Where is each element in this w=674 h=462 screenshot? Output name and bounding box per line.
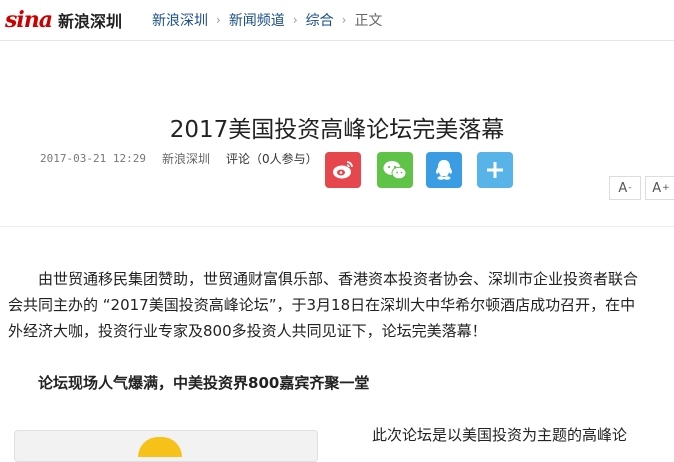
font-increase-mark: + [662,183,670,193]
article-meta: 2017-03-21 12:29 新浪深圳 评论（0人参与） [40,150,318,167]
sina-logo-text: sina [5,7,53,33]
font-decrease-mark: - [628,183,632,193]
font-decrease-letter: A [618,180,628,196]
breadcrumb-item-general[interactable]: 综合 [306,10,334,30]
logo-subtitle: 新浪深圳 [58,12,123,31]
article-paragraph: 由世贸通移民集团赞助，世贸通财富俱乐部、香港资本投资者协会、深圳市企业投资者联合… [8,270,639,340]
breadcrumb-item-current: 正文 [354,13,383,29]
breadcrumb-separator: › [216,13,221,27]
comment-label: 评论 [225,152,250,166]
breadcrumb-item-news-channel[interactable]: 新闻频道 [229,10,285,30]
weibo-icon [333,161,353,179]
font-decrease-button[interactable]: A- [609,176,641,200]
article-paragraph-2: 此次论坛是以美国投资为主题的高峰论 [372,426,628,444]
breadcrumb: 新浪深圳 › 新闻频道 › 综合 › 正文 [152,0,382,40]
plus-icon [487,162,503,178]
share-qq-button[interactable] [426,152,462,188]
font-increase-button[interactable]: A + [645,176,674,200]
sina-shenzhen-logo[interactable]: sina 新浪深圳 [5,6,122,34]
share-wechat-button[interactable] [377,152,413,188]
comment-count: （0人参与） [250,152,318,166]
meta-divider [0,226,674,227]
comment-link[interactable]: 评论（0人参与） [226,150,318,167]
font-size-controls: A- A + [609,176,674,200]
publish-date: 2017-03-21 12:29 [40,152,146,165]
font-increase-letter: A [652,180,662,196]
wechat-icon [383,161,407,180]
breadcrumb-separator: › [292,13,298,27]
top-bar: sina 新浪深圳 新浪深圳 › 新闻频道 › 综合 › 正文 [0,0,674,41]
qq-icon [436,160,452,180]
breadcrumb-item-sina-shenzhen[interactable]: 新浪深圳 [152,10,208,30]
share-more-button[interactable] [477,152,513,188]
article-subheading: 论坛现场人气爆满，中美投资界800嘉宾齐聚一堂 [38,374,370,392]
breadcrumb-separator: › [341,13,347,27]
article-source-link[interactable]: 新浪深圳 [162,150,210,167]
share-weibo-button[interactable] [325,152,361,188]
article-title: 2017美国投资高峰论坛完美落幕 [169,117,505,144]
